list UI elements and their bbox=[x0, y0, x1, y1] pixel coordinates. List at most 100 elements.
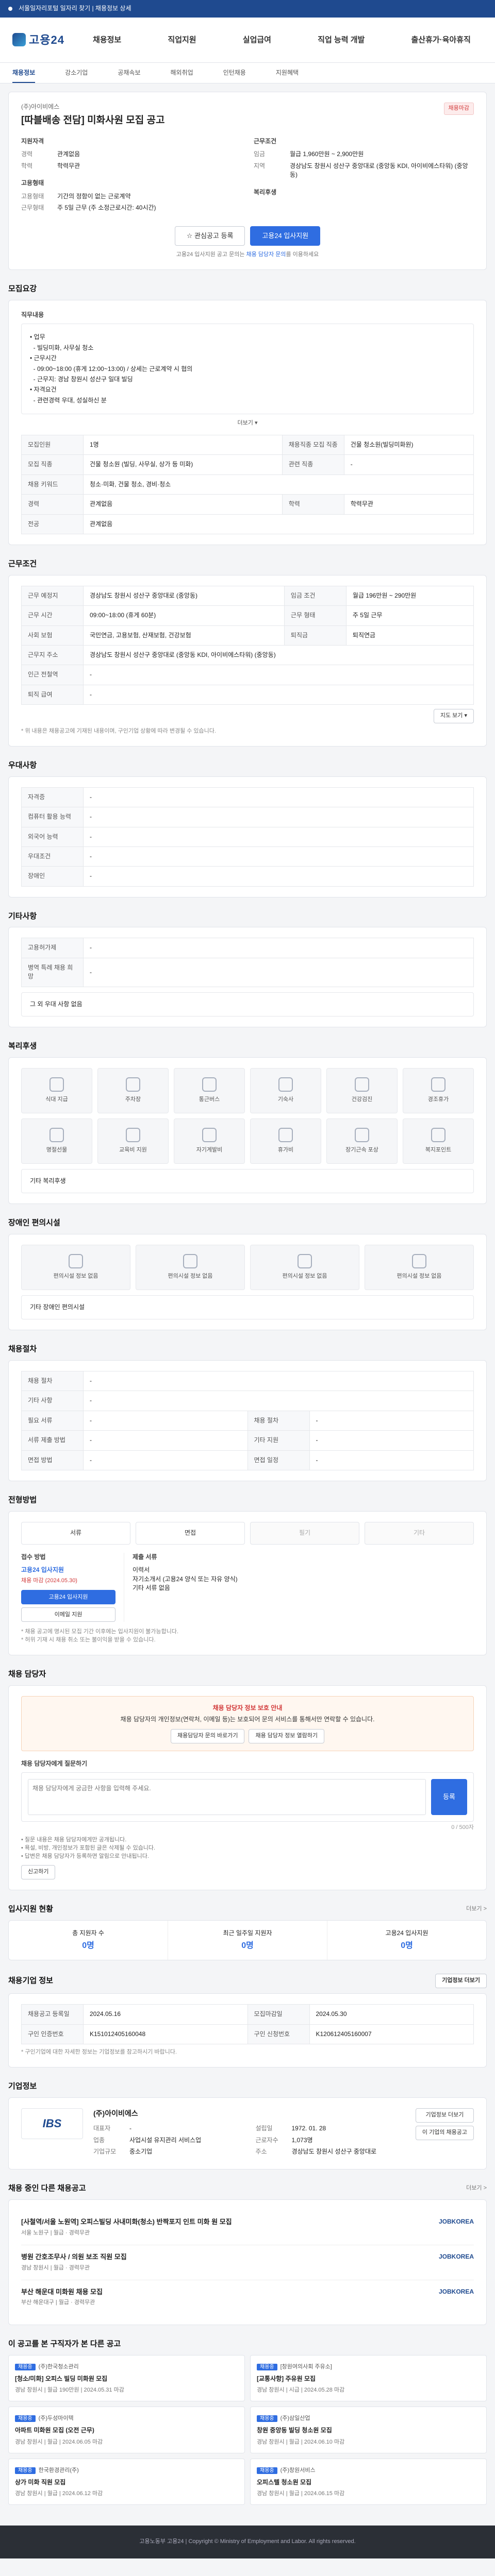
related-more-link[interactable]: 더보기 > bbox=[466, 2184, 487, 2193]
related-job-title[interactable]: 부산 해운대 미화원 채용 모집 bbox=[21, 2287, 103, 2297]
table-key: 채용공고 등록일 bbox=[21, 2004, 84, 2025]
viewed-job-title[interactable]: [교통사항] 주유원 모집 bbox=[257, 2375, 480, 2383]
document-item: 이력서 bbox=[133, 1566, 150, 1574]
contact-link[interactable]: 채용 담당자 문의 bbox=[246, 251, 286, 258]
qa-submit-button[interactable]: 등록 bbox=[431, 1779, 467, 1816]
related-job-item[interactable]: [사철역/서울 노원역] 오피스빌딩 사내미화(청소) 반짝포지 인트 미화 원… bbox=[21, 2210, 474, 2245]
viewed-job-title[interactable]: [청소/미화] 오피스 빌딩 미화원 모집 bbox=[15, 2375, 238, 2383]
table-value: - bbox=[83, 1430, 248, 1451]
table-key: 기타 지원 bbox=[247, 1430, 310, 1451]
other-table: 고용허가제 - 병역 특례 채용 희망 - bbox=[21, 938, 474, 987]
benefit-label: 주차장 bbox=[125, 1096, 141, 1103]
viewed-job-title[interactable]: 상가 미화 직원 모집 bbox=[15, 2478, 238, 2487]
related-job-item[interactable]: 부산 해운대 미화원 채용 모집 부산 해운대구 | 월급 · 경력무관 JOBKO… bbox=[21, 2280, 474, 2315]
company-jobs-button[interactable]: 이 기업의 채용공고 bbox=[415, 2125, 474, 2140]
gnb-item-career[interactable]: 직업지원 bbox=[168, 35, 196, 46]
related-job-title[interactable]: 병원 간호조무사 / 의원 보조 직원 모집 bbox=[21, 2252, 127, 2262]
welfare-grid: 식대 지급 주차장 통근버스 기숙사 건강검진 경조휴가 명절선물 교육비 지원 자기계발비 휴가… bbox=[21, 1067, 474, 1164]
logo-text: 고용24 bbox=[29, 33, 64, 46]
qa-input[interactable] bbox=[28, 1779, 426, 1816]
info-section-title: 채용기업 정보 기업정보 더보기 bbox=[8, 1974, 487, 1989]
step-etc: 기타 bbox=[365, 1521, 474, 1545]
table-key: 기타 사항 bbox=[21, 1391, 84, 1411]
table-key: 인근 전철역 bbox=[21, 665, 84, 685]
contact-inquiry-button[interactable]: 채용담당자 문의 바로가기 bbox=[171, 1728, 245, 1743]
table-key: 면접 일정 bbox=[247, 1450, 310, 1471]
stat-value: 0명 bbox=[401, 1941, 413, 1951]
benefit-icon bbox=[126, 1077, 140, 1092]
site-footer: 고용노동부 고용24 | Copyright © Ministry of Emp… bbox=[0, 2525, 495, 2558]
company-info-button[interactable]: 기업정보 더보기 bbox=[415, 2108, 474, 2123]
table-value: - bbox=[83, 1450, 248, 1471]
subnav-small-giant[interactable]: 강소기업 bbox=[65, 69, 88, 77]
viewed-job-card[interactable]: 채용중 (주)두성마이텍 아파트 미화원 모집 (오전 근무) 경남 창원시 | 월급… bbox=[8, 2406, 245, 2453]
viewed-job-card[interactable]: 채용중 한국환경관리(주) 상가 미화 직원 모집 경남 창원시 | 월급 | 202… bbox=[8, 2458, 245, 2505]
subnav-intern[interactable]: 인턴채용 bbox=[223, 69, 246, 77]
note-text: 고용24 입사지원 공고 문의는 bbox=[176, 251, 245, 258]
viewed-job-title[interactable]: 아파트 미화원 모집 (오전 근무) bbox=[15, 2426, 238, 2435]
viewed-job-card[interactable]: 채용중 [창원여의사회 주유소] [교통사항] 주유원 모집 경남 창원시 | 시급 … bbox=[250, 2355, 487, 2402]
subnav-overseas[interactable]: 해외취업 bbox=[171, 69, 193, 77]
stat-total: 총 지원자 수 0명 bbox=[9, 1920, 168, 1960]
kv-key: 근무형태 bbox=[21, 204, 44, 211]
apply-online-button[interactable]: 고용24 입사지원 bbox=[21, 1590, 116, 1605]
kv-value: 기간의 정함이 없는 근로계약 bbox=[57, 192, 131, 200]
related-job-meta: 서울 노원구 | 월급 · 경력무관 bbox=[21, 2229, 90, 2236]
map-button[interactable]: 지도 보기 ▾ bbox=[433, 709, 474, 724]
table-value: 관계없음 bbox=[83, 494, 283, 515]
table-key: 채용 절차 bbox=[21, 1371, 84, 1392]
table-key: 채용 키워드 bbox=[21, 474, 84, 495]
stat-value: 0명 bbox=[82, 1941, 94, 1951]
benefit-label: 편의시설 정보 없음 bbox=[168, 1273, 213, 1279]
benefit-item: 주차장 bbox=[97, 1067, 169, 1113]
viewed-job-meta: 경남 창원시 | 월급 | 2024.06.15 마감 bbox=[257, 2490, 345, 2497]
gnb-item-leave[interactable]: 출산휴가·육아휴직 bbox=[411, 35, 470, 46]
kv-key: 대표자 bbox=[93, 2125, 111, 2132]
status-more-link[interactable]: 더보기 > bbox=[466, 1905, 487, 1913]
selection-section-title: 전형방법 bbox=[8, 1495, 487, 1506]
site-logo[interactable]: 고용24 bbox=[12, 32, 64, 48]
subnav-jobs[interactable]: 채용정보 bbox=[12, 69, 36, 83]
viewed-job-header: 채용중 (주)두성마이텍 bbox=[15, 2413, 238, 2423]
table-value: - bbox=[83, 846, 474, 867]
related-job-meta: 경남 창원시 | 월급 · 경력무관 bbox=[21, 2264, 90, 2271]
viewed-job-company: (주)한국청소관리 bbox=[38, 2364, 79, 2370]
duty-list: • 업무 - 빌딩미화, 사무실 청소 • 근무시간 - 09:00~18:00 … bbox=[30, 333, 465, 405]
stat-label: 최근 일주일 지원자 bbox=[223, 1929, 272, 1937]
company-name[interactable]: (주)아이비에스 bbox=[21, 103, 165, 111]
gnb-item-unemployment[interactable]: 실업급여 bbox=[243, 35, 271, 46]
conditions-note: * 위 내용은 채용공고에 기재된 내용이며, 구인기업 상황에 따라 변경될 … bbox=[21, 728, 216, 735]
accessibility-icon bbox=[183, 1253, 197, 1268]
duty-line: - 빌딩미화, 사무실 청소 bbox=[30, 344, 94, 351]
viewed-job-card[interactable]: 채용중 (주)창원서비스 오피스텔 청소원 모집 경남 창원시 | 월급 | 2024… bbox=[250, 2458, 487, 2505]
viewed-job-title[interactable]: 창원 중앙동 빌딩 청소원 모집 bbox=[257, 2426, 480, 2435]
duty-line: • 자격요건 bbox=[30, 386, 57, 394]
viewed-job-card[interactable]: 채용중 (주)한국청소관리 [청소/미화] 오피스 빌딩 미화원 모집 경남 창원시 … bbox=[8, 2355, 245, 2402]
contact-info-button[interactable]: 채용 담당자 정보 열람하기 bbox=[249, 1728, 324, 1743]
info-more-button[interactable]: 기업정보 더보기 bbox=[435, 1974, 487, 1989]
table-value: K151012405160048 bbox=[83, 2024, 248, 2045]
gnb-item-training[interactable]: 직업 능력 개발 bbox=[318, 35, 365, 46]
viewed-job-card[interactable]: 채용중 (주)삼일산업 창원 중앙동 빌딩 청소원 모집 경남 창원시 | 월급 | … bbox=[250, 2406, 487, 2453]
table-row: 장애인 - bbox=[21, 866, 474, 887]
apply-email-button[interactable]: 이메일 지원 bbox=[21, 1607, 116, 1622]
subnav-open-recruit[interactable]: 공채속보 bbox=[118, 69, 140, 77]
kv-value: 1,073명 bbox=[291, 2136, 313, 2144]
sub-nav: 채용정보 강소기업 공채속보 해외취업 인턴채용 지원혜택 bbox=[0, 63, 495, 83]
qa-note: • 답변은 채용 담당자가 등록하면 알림으로 안내됩니다. bbox=[21, 1853, 149, 1860]
viewed-job-title[interactable]: 오피스텔 청소원 모집 bbox=[257, 2478, 480, 2487]
prefs-card: 자격증 - 컴퓨터 활용 능력 - 외국어 능력 - 우대조건 - 장애인 - bbox=[8, 776, 487, 897]
kv-value: 주 5일 근무 (주 소정근로시간: 40시간) bbox=[57, 204, 156, 211]
report-button[interactable]: 신고하기 bbox=[21, 1865, 56, 1880]
duty-more-button[interactable]: 더보기 ▾ bbox=[21, 419, 474, 428]
qualification-heading: 지원자격 bbox=[21, 137, 44, 145]
scrap-button[interactable]: ☆ 관심공고 등록 bbox=[174, 226, 245, 246]
apply-button[interactable]: 고용24 입사지원 bbox=[250, 226, 321, 246]
benefit-label: 건강검진 bbox=[351, 1096, 373, 1103]
related-job-item[interactable]: 병원 간호조무사 / 의원 보조 직원 모집경남 창원시 | 월급 · 경력무관… bbox=[21, 2245, 474, 2280]
benefit-item: 자기계발비 bbox=[174, 1118, 245, 1164]
gnb-item-jobs[interactable]: 채용정보 bbox=[93, 35, 121, 46]
related-job-title[interactable]: [사철역/서울 노원역] 오피스빌딩 사내미화(청소) 반짝포지 인트 미화 원… bbox=[21, 2217, 232, 2227]
table-value: 건물 청소원(빌딩미화원) bbox=[343, 435, 474, 455]
subnav-benefits[interactable]: 지원혜택 bbox=[276, 69, 299, 77]
